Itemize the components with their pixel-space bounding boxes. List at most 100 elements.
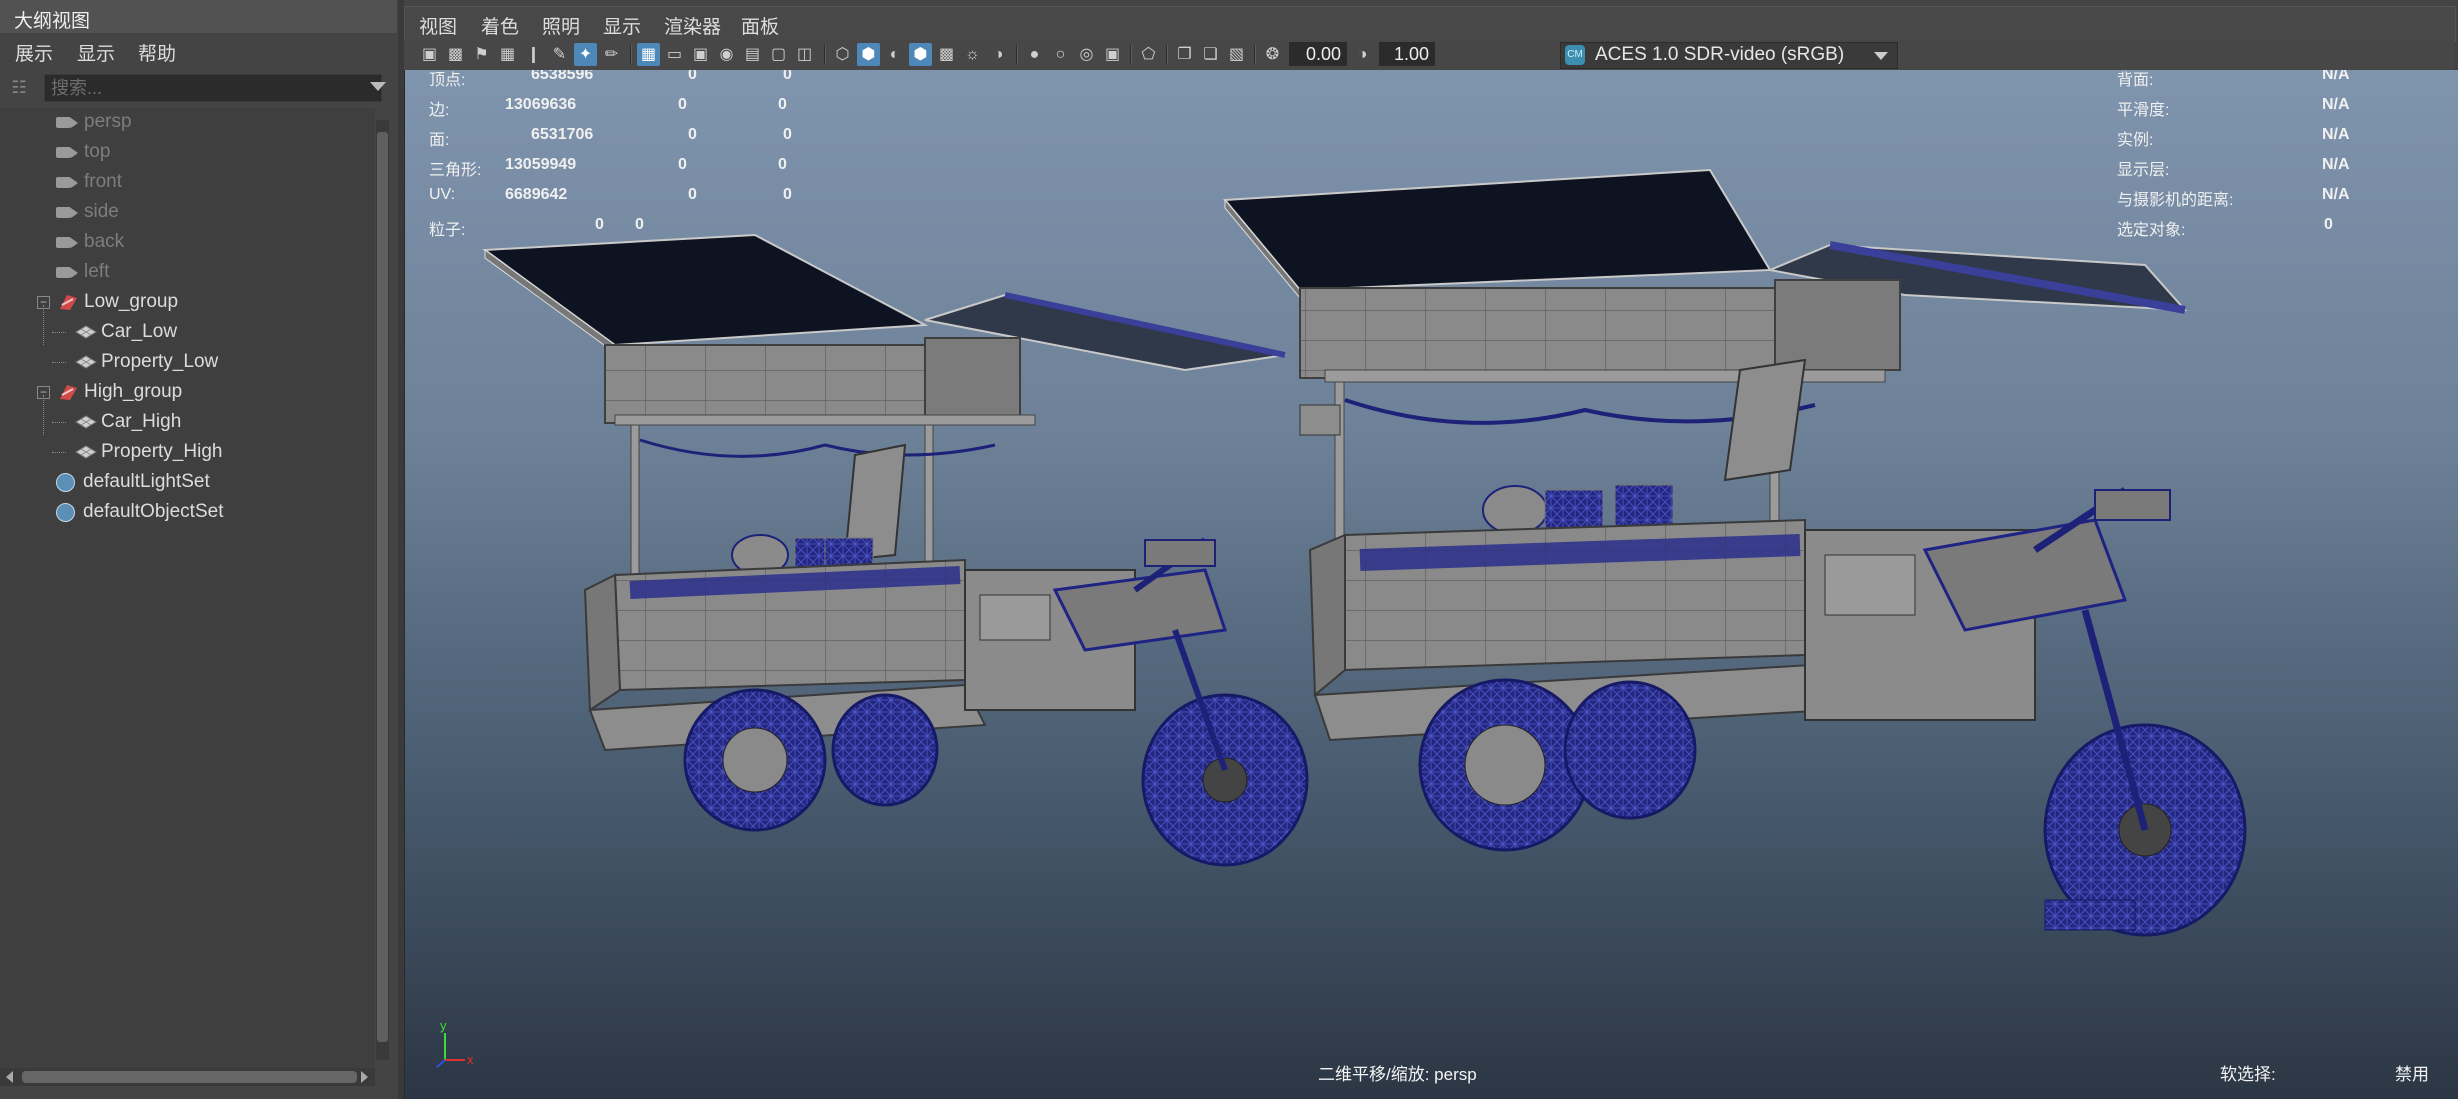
tree-item-persp[interactable]: persp bbox=[56, 108, 356, 138]
shadows-icon[interactable]: ◑ bbox=[987, 43, 1010, 66]
bookmark-icon[interactable]: ⚑ bbox=[470, 43, 493, 66]
menu-panels[interactable]: 面板 bbox=[741, 12, 779, 39]
hud-label: 三角形: bbox=[429, 162, 482, 179]
scrollbar-thumb[interactable] bbox=[377, 132, 388, 1042]
tree-item-high-group[interactable]: − High_group bbox=[37, 378, 357, 408]
mesh-icon bbox=[75, 355, 97, 369]
hud-value: 0 bbox=[778, 96, 787, 113]
bookmark-ribbon-icon[interactable]: ❙ bbox=[522, 43, 545, 66]
color-management-dropdown[interactable]: CM ACES 1.0 SDR-video (sRGB) bbox=[1560, 42, 1898, 69]
resolution-gate-icon[interactable]: ▣ bbox=[689, 43, 712, 66]
gate-mask-icon[interactable]: ◉ bbox=[715, 43, 738, 66]
object-set-icon bbox=[56, 503, 75, 522]
tree-connector bbox=[52, 452, 66, 453]
search-options-icon[interactable]: ☷ bbox=[9, 78, 29, 98]
tree-item-property-high[interactable]: Property_High bbox=[52, 438, 364, 468]
hud-label: 选定对象: bbox=[2117, 222, 2186, 239]
wireframe-icon[interactable]: ⬡ bbox=[831, 43, 854, 66]
2d-pan-zoom-icon[interactable]: ✦ bbox=[574, 43, 597, 66]
menu-lighting[interactable]: 照明 bbox=[542, 12, 580, 39]
tree-connector bbox=[52, 422, 66, 423]
select-camera-icon[interactable]: ▣ bbox=[418, 43, 441, 66]
menu-shading[interactable]: 着色 bbox=[481, 12, 519, 39]
tree-item-side[interactable]: side bbox=[56, 198, 356, 228]
hud-value: 6531706 bbox=[531, 126, 594, 143]
grease-pencil-icon[interactable]: ✎ bbox=[548, 43, 571, 66]
hud-label: 面: bbox=[429, 132, 450, 149]
tree-item-label: front bbox=[84, 171, 123, 192]
hud-value: N/A bbox=[2322, 186, 2350, 203]
hud-value: 0 bbox=[678, 156, 687, 173]
menu-show[interactable]: 显示 bbox=[603, 12, 641, 39]
default-material-icon[interactable]: ◐ bbox=[883, 43, 906, 66]
menu-view[interactable]: 视图 bbox=[419, 12, 457, 39]
color-management-icon[interactable]: CM bbox=[1565, 45, 1585, 65]
tree-item-low-group[interactable]: − Low_group bbox=[37, 288, 357, 318]
tree-item-car-low[interactable]: Car_Low bbox=[52, 318, 364, 348]
exposure-icon[interactable]: ❂ bbox=[1261, 43, 1284, 66]
xray-joints-icon[interactable]: ▧ bbox=[1225, 43, 1248, 66]
tree-connector bbox=[52, 332, 66, 333]
menu-show[interactable]: 展示 bbox=[15, 39, 53, 66]
gamma-icon[interactable]: ◑ bbox=[1351, 43, 1374, 66]
hud-value: N/A bbox=[2322, 70, 2350, 83]
tree-item-label: Property_Low bbox=[101, 351, 219, 372]
outliner-horizontal-scrollbar[interactable] bbox=[0, 1068, 375, 1086]
mesh-icon bbox=[75, 415, 97, 429]
camera-icon bbox=[56, 267, 78, 278]
tree-item-default-object-set[interactable]: defaultObjectSet bbox=[56, 498, 356, 528]
tree-item-property-low[interactable]: Property_Low bbox=[52, 348, 364, 378]
tree-item-back[interactable]: back bbox=[56, 228, 356, 258]
scroll-left-arrow-icon[interactable] bbox=[6, 1071, 13, 1083]
film-gate-icon[interactable]: ▭ bbox=[663, 43, 686, 66]
hud-value: 0 bbox=[783, 186, 792, 203]
camera-attributes-icon[interactable]: ▩ bbox=[444, 43, 467, 66]
wireframe-on-shaded-icon[interactable]: ⬢ bbox=[909, 43, 932, 66]
3d-viewport[interactable]: 顶点: 6538596 0 0 边: 13069636 0 0 面: 65317… bbox=[404, 70, 2458, 1099]
toolbar-divider bbox=[630, 45, 632, 65]
textured-icon[interactable]: ▩ bbox=[935, 43, 958, 66]
search-dropdown-icon[interactable] bbox=[370, 82, 386, 91]
car-low-model[interactable] bbox=[482, 233, 1309, 867]
isolate-select-icon[interactable]: ⬠ bbox=[1137, 43, 1160, 66]
hud-label: 显示层: bbox=[2117, 162, 2170, 179]
viewport-toolbar: ▣ ▩ ⚑ ▦ ❙ ✎ ✦ ✏ ▦ ▭ ▣ ◉ ▤ ▢ ◫ ⬡ ⬢ ◐ ⬢ ▩ … bbox=[404, 40, 2454, 70]
tree-item-front[interactable]: front bbox=[56, 168, 356, 198]
safe-title-icon[interactable]: ◫ bbox=[793, 43, 816, 66]
smooth-shade-icon[interactable]: ⬢ bbox=[857, 43, 880, 66]
exposure-field[interactable]: 0.00 bbox=[1289, 42, 1347, 66]
hud-value: 0 bbox=[688, 126, 697, 143]
menu-display[interactable]: 显示 bbox=[77, 39, 115, 66]
mesh-icon bbox=[75, 445, 97, 459]
outliner-vertical-scrollbar[interactable] bbox=[376, 120, 389, 1060]
menu-renderer[interactable]: 渲染器 bbox=[664, 12, 721, 39]
xray-active-components-icon[interactable]: ❏ bbox=[1199, 43, 1222, 66]
tree-item-car-high[interactable]: Car_High bbox=[52, 408, 364, 438]
menu-help[interactable]: 帮助 bbox=[138, 39, 176, 66]
safe-action-icon[interactable]: ▢ bbox=[767, 43, 790, 66]
car-high-model[interactable] bbox=[1222, 168, 2247, 937]
depth-of-field-icon[interactable]: ▣ bbox=[1101, 43, 1124, 66]
xray-icon[interactable]: ❐ bbox=[1173, 43, 1196, 66]
field-chart-icon[interactable]: ▤ bbox=[741, 43, 764, 66]
gamma-field[interactable]: 1.00 bbox=[1379, 42, 1435, 66]
soft-select-value: 禁用 bbox=[2395, 1065, 2429, 1084]
tree-item-default-light-set[interactable]: defaultLightSet bbox=[56, 468, 356, 498]
chevron-down-icon bbox=[1874, 52, 1888, 60]
anti-aliasing-icon[interactable]: ◎ bbox=[1075, 43, 1098, 66]
tree-item-top[interactable]: top bbox=[56, 138, 356, 168]
tree-item-label: defaultLightSet bbox=[83, 471, 210, 492]
scrollbar-thumb[interactable] bbox=[22, 1071, 357, 1083]
hud-label: 顶点: bbox=[429, 72, 466, 89]
hud-value: 0 bbox=[595, 216, 604, 233]
motion-blur-icon[interactable]: ○ bbox=[1049, 43, 1072, 66]
scroll-right-arrow-icon[interactable] bbox=[361, 1071, 368, 1083]
use-all-lights-icon[interactable]: ☼ bbox=[961, 43, 984, 66]
screen-space-ao-icon[interactable]: ● bbox=[1023, 43, 1046, 66]
grid-icon[interactable]: ▦ bbox=[637, 43, 660, 66]
image-plane-icon[interactable]: ▦ bbox=[496, 43, 519, 66]
tree-connector bbox=[52, 362, 66, 363]
tree-item-left[interactable]: left bbox=[56, 258, 356, 288]
pencil-icon[interactable]: ✏ bbox=[600, 43, 623, 66]
search-input[interactable] bbox=[44, 74, 382, 102]
